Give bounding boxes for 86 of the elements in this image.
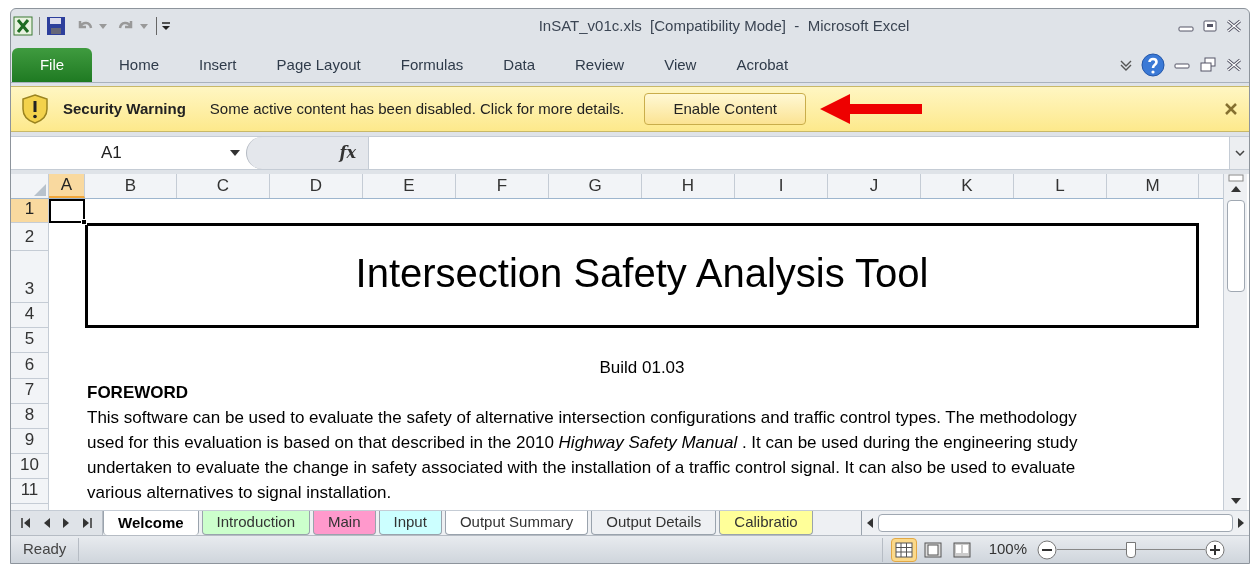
- customize-menu-icon[interactable]: [161, 21, 171, 31]
- help-icon[interactable]: [1141, 53, 1165, 77]
- column-header[interactable]: M: [1107, 174, 1199, 198]
- horizontal-scroll-thumb[interactable]: [878, 514, 1233, 532]
- title-text: Intersection Safety Analysis Tool: [355, 249, 929, 297]
- ribbon-tab[interactable]: Review: [555, 53, 645, 77]
- cell-text: FOREWORD: [87, 382, 189, 404]
- row-header[interactable]: 11: [11, 479, 49, 504]
- row-header[interactable]: 8: [11, 404, 49, 429]
- next-sheet-icon[interactable]: [62, 518, 71, 528]
- cell-text: used for this evaluation is based on that described in the 2010 Highway Safety Manual . It can be used during the engineering study: [87, 432, 1078, 454]
- view-button[interactable]: [890, 537, 917, 562]
- sheet-tab[interactable]: Main: [313, 511, 376, 535]
- column-header[interactable]: A: [49, 174, 85, 198]
- column-header[interactable]: G: [549, 174, 642, 198]
- ribbon-tab[interactable]: Page Layout: [256, 53, 381, 77]
- sheet-tab[interactable]: Input: [378, 511, 442, 535]
- status-text: Ready: [11, 538, 80, 561]
- column-header[interactable]: F: [456, 174, 549, 198]
- column-header[interactable]: L: [1014, 174, 1107, 198]
- column-header[interactable]: E: [363, 174, 456, 198]
- row-header[interactable]: 1: [11, 199, 49, 223]
- spreadsheet-logo-icon[interactable]: [13, 16, 33, 36]
- cell-text: Build 01.03: [599, 357, 685, 379]
- row-header[interactable]: 4: [11, 303, 49, 328]
- ribbon-tab[interactable]: Acrobat: [716, 53, 809, 77]
- column-header[interactable]: B: [85, 174, 177, 198]
- ribbon-tab[interactable]: View: [644, 53, 717, 77]
- sheet-tab[interactable]: Output Summary: [444, 511, 589, 535]
- scroll-left-icon[interactable]: [866, 518, 874, 528]
- cell-text: undertaken to evaluate the change in safety associated with the installation of a traffic control signal. It can also be used to evaluate: [87, 457, 1076, 479]
- caret-icon[interactable]: [230, 150, 240, 156]
- close-icon[interactable]: [1225, 103, 1237, 115]
- ribbon-tab[interactable]: Data: [483, 53, 555, 77]
- enable-content-button[interactable]: Enable Content: [644, 93, 807, 125]
- insert-function-label[interactable]: fx: [339, 141, 356, 165]
- column-header[interactable]: D: [270, 174, 363, 198]
- zoom-slider[interactable]: [1057, 539, 1205, 560]
- ribbon-tab[interactable]: Formulas: [380, 53, 484, 77]
- cell-text: various alternatives to signal installation.: [87, 482, 392, 504]
- restore-icon[interactable]: [1201, 19, 1219, 33]
- row-header[interactable]: 9: [11, 429, 49, 454]
- first-sheet-icon[interactable]: [20, 518, 31, 528]
- row-header[interactable]: 2: [11, 223, 49, 251]
- previous-sheet-icon[interactable]: [42, 518, 51, 528]
- ribbon-tab[interactable]: Home: [99, 53, 179, 77]
- name-box[interactable]: A1: [101, 140, 230, 166]
- row-header[interactable]: 7: [11, 379, 49, 404]
- zoom-slider-thumb[interactable]: [1126, 541, 1136, 558]
- scroll-right-icon[interactable]: [1237, 518, 1245, 528]
- cell-text: This software can be used to evaluate the safety of alternative intersection configurations and traffic control types. The methodology: [87, 407, 1077, 429]
- column-header[interactable]: K: [921, 174, 1014, 198]
- restore-icon[interactable]: [1199, 57, 1217, 73]
- vertical-scrollbar[interactable]: [1223, 174, 1247, 510]
- sheet-tab[interactable]: Welcome: [103, 511, 199, 535]
- ribbon-tab[interactable]: Insert: [179, 53, 257, 77]
- column-header[interactable]: H: [642, 174, 735, 198]
- sheet-tab[interactable]: Calibratio: [719, 511, 813, 535]
- row-header[interactable]: 5: [11, 328, 49, 353]
- close-icon[interactable]: [1225, 19, 1243, 33]
- zoom-in-icon[interactable]: [1205, 539, 1225, 560]
- column-header[interactable]: I: [735, 174, 828, 198]
- row-header[interactable]: 3: [11, 251, 49, 303]
- sheet-tab[interactable]: Introduction: [201, 511, 310, 535]
- column-header[interactable]: C: [177, 174, 270, 198]
- zoom-level[interactable]: 100%: [988, 538, 1027, 561]
- warning-message: Some active content has been disabled. Click for more details.: [209, 98, 625, 119]
- expand-icon[interactable]: [1234, 150, 1245, 156]
- row-header[interactable]: 6: [11, 353, 49, 379]
- zoom-out-icon[interactable]: [1037, 539, 1057, 560]
- column-header[interactable]: J: [828, 174, 921, 198]
- scroll-up-icon[interactable]: [1230, 186, 1241, 192]
- last-sheet-icon[interactable]: [82, 518, 93, 528]
- row-header[interactable]: 10: [11, 454, 49, 479]
- split-handle-icon[interactable]: [1227, 174, 1244, 182]
- selected-cell[interactable]: [49, 199, 85, 223]
- warning-shield-icon: [21, 93, 49, 125]
- window-title: InSAT_v01c.xls [Compatibility Mode] - Microsoft Excel: [538, 15, 910, 36]
- warning-title: Security Warning: [63, 98, 186, 119]
- file-tab[interactable]: File: [12, 48, 92, 82]
- scroll-down-icon[interactable]: [1230, 498, 1241, 504]
- sheet-tab[interactable]: Output Details: [591, 511, 717, 535]
- scroll-thumb[interactable]: [1226, 200, 1245, 292]
- save-icon[interactable]: [46, 16, 66, 36]
- close-icon[interactable]: [1225, 58, 1243, 72]
- collapse-ribbon-icon[interactable]: [1119, 59, 1133, 71]
